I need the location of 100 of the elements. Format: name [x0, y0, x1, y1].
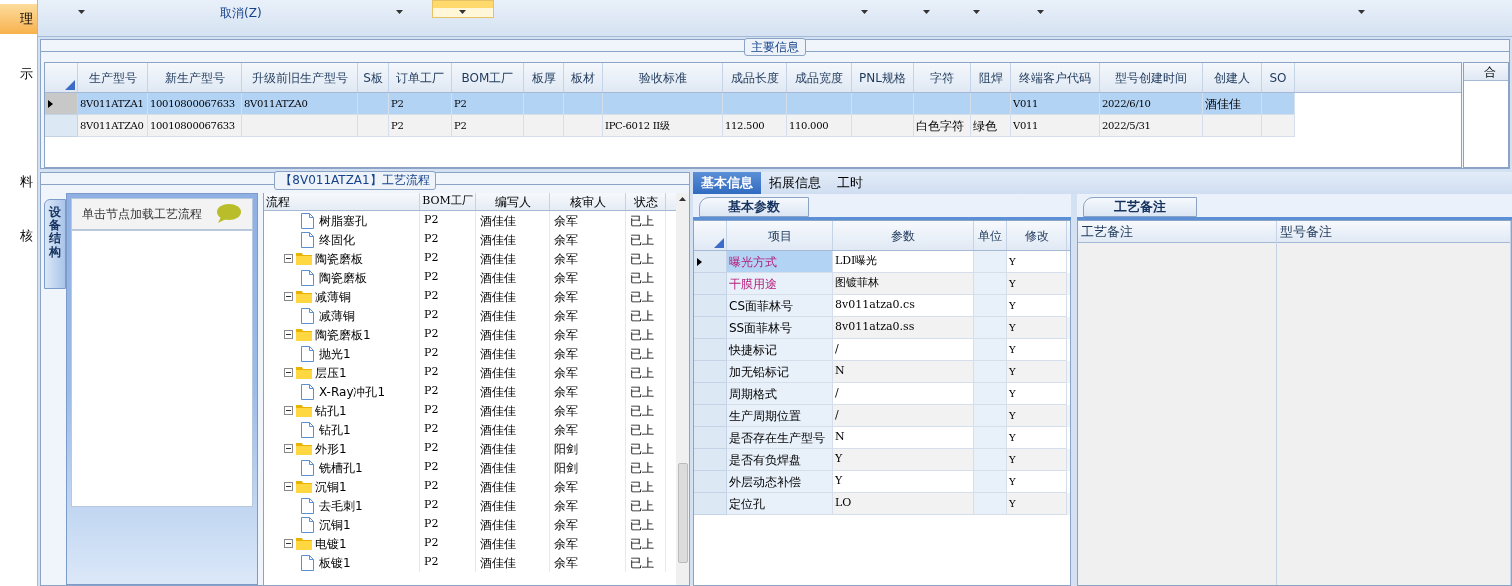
tree-node[interactable]: 树脂塞孔	[319, 211, 367, 230]
table-row[interactable]: CS面菲林号 8v011atza0.cs Y	[694, 295, 1070, 317]
tab[interactable]: 基本参数	[699, 197, 809, 217]
column-header[interactable]: S板	[358, 63, 389, 92]
collapse-icon[interactable]	[284, 368, 293, 377]
column-header[interactable]: 验收标准	[603, 63, 723, 92]
tab[interactable]: 拓展信息	[761, 172, 829, 194]
column-header[interactable]: 终端客户代码	[1011, 63, 1100, 92]
dropdown-arrow-icon[interactable]	[396, 10, 403, 14]
table-row[interactable]: 外层动态补偿 Y Y	[694, 471, 1070, 493]
table-cell: P2	[424, 497, 439, 514]
folder-icon	[296, 537, 312, 550]
tree-node[interactable]: 减薄铜	[319, 306, 355, 325]
scrollbar-thumb[interactable]	[677, 463, 688, 563]
collapse-icon[interactable]	[284, 444, 293, 453]
column-header[interactable]: 阻焊	[971, 63, 1011, 92]
select-all-corner-icon[interactable]	[65, 80, 75, 90]
collapse-icon[interactable]	[284, 406, 293, 415]
dropdown-arrow-icon[interactable]	[1358, 10, 1365, 14]
sidebar-item[interactable]: 理	[0, 4, 37, 34]
select-all-corner-icon[interactable]	[714, 238, 724, 248]
tab[interactable]: 工时	[829, 172, 871, 194]
column-header[interactable]: 板材	[564, 63, 603, 92]
column-header[interactable]: BOM工厂	[452, 63, 524, 92]
tree-node[interactable]: 去毛刺1	[319, 496, 363, 515]
table-row[interactable]: 8V011ATZA0 10010800067633 P2 P2 IPC-6012 II级 112.500 110.000 白色字符 绿色 V011 2022/5/31	[45, 115, 1461, 137]
column-header[interactable]: 核审人	[550, 193, 626, 210]
tree-node[interactable]: 沉铜1	[319, 515, 351, 534]
tab[interactable]: 工艺备注	[1083, 197, 1197, 217]
table-row[interactable]: 定位孔 LO Y	[694, 493, 1070, 515]
column-header[interactable]: 状态	[626, 193, 666, 210]
table-row[interactable]: 快捷标记 / Y	[694, 339, 1070, 361]
column-header[interactable]: 单位	[974, 221, 1007, 250]
vertical-scrollbar[interactable]	[676, 193, 689, 585]
tree-node[interactable]: 陶瓷磨板	[315, 249, 363, 268]
column-header[interactable]: 修改	[1007, 221, 1067, 250]
dropdown-arrow-icon[interactable]	[923, 10, 930, 14]
table-row[interactable]: 是否存在生产型号 N Y	[694, 427, 1070, 449]
table-cell-text: 酒佳佳	[480, 345, 516, 363]
column-header[interactable]: 流程	[264, 193, 420, 210]
column-header: 型号备注	[1280, 222, 1332, 241]
dropdown-arrow-icon[interactable]	[973, 10, 980, 14]
dropdown-arrow-icon[interactable]	[1037, 10, 1044, 14]
table-row[interactable]: 干膜用途 图镀菲林 Y	[694, 273, 1070, 295]
table-row[interactable]: SS面菲林号 8v011atza0.ss Y	[694, 317, 1070, 339]
collapse-icon[interactable]	[284, 292, 293, 301]
collapse-icon[interactable]	[284, 330, 293, 339]
dropdown-arrow-icon[interactable]	[78, 10, 85, 14]
scroll-up-icon[interactable]	[679, 197, 686, 201]
sidebar-item[interactable]: 核	[0, 221, 37, 251]
document-icon	[301, 231, 314, 248]
side-tab[interactable]: 设备结构	[44, 199, 66, 289]
column-header[interactable]: SO	[1262, 63, 1295, 92]
table-cell-text: 干膜用途	[729, 275, 777, 293]
table-row[interactable]: 加无铅标记 N Y	[694, 361, 1070, 383]
sidebar-item[interactable]: 料	[0, 167, 37, 197]
table-row[interactable]: 生产周期位置 / Y	[694, 405, 1070, 427]
tree-node[interactable]: X-Ray冲孔1	[319, 382, 386, 401]
collapse-icon[interactable]	[284, 254, 293, 263]
tree-node[interactable]: 层压1	[315, 363, 347, 382]
column-header[interactable]: PNL规格	[852, 63, 914, 92]
table-cell-text: 余军	[554, 288, 578, 306]
table-row[interactable]: 周期格式 / Y	[694, 383, 1070, 405]
collapse-icon[interactable]	[284, 482, 293, 491]
tree-node[interactable]: 电镀1	[315, 534, 347, 553]
tree-node[interactable]: 外形1	[315, 439, 347, 458]
column-header[interactable]: 字符	[914, 63, 971, 92]
collapse-icon[interactable]	[284, 539, 293, 548]
tree-node[interactable]: 钻孔1	[319, 420, 351, 439]
column-header[interactable]: 生产型号	[78, 63, 148, 92]
table-row[interactable]: 是否有负焊盘 Y Y	[694, 449, 1070, 471]
table-row[interactable]: 8V011ATZA1 10010800067633 8V011ATZA0 P2 P2 V011 2022/6/10 酒佳佳	[45, 93, 1461, 115]
tree-node[interactable]: 铣槽孔1	[319, 458, 363, 477]
cancel-label[interactable]: 取消(Z)	[220, 4, 262, 22]
column-header[interactable]: 成品长度	[723, 63, 787, 92]
dropdown-arrow-icon[interactable]	[459, 10, 466, 14]
tree-node[interactable]: 抛光1	[319, 344, 351, 363]
column-header[interactable]: 新生产型号	[148, 63, 242, 92]
tree-node[interactable]: 板镀1	[319, 553, 351, 572]
sidebar-item[interactable]: 示	[0, 59, 37, 89]
tree-node[interactable]: 钻孔1	[315, 401, 347, 420]
column-header[interactable]: 型号创建时间	[1100, 63, 1203, 92]
column-header[interactable]: 成品宽度	[787, 63, 852, 92]
table-row[interactable]: 曝光方式 LDI曝光 Y	[694, 251, 1070, 273]
column-header[interactable]: 订单工厂	[389, 63, 452, 92]
column-header[interactable]: 参数	[833, 221, 974, 250]
column-header[interactable]: 升级前旧生产型号	[242, 63, 358, 92]
tree-node[interactable]: 终固化	[319, 230, 355, 249]
column-header[interactable]: 板厚	[524, 63, 564, 92]
column-header[interactable]: BOM工厂	[420, 193, 476, 210]
table-cell-text: 白色字符	[916, 117, 964, 135]
column-header[interactable]: 项目	[727, 221, 833, 250]
tab[interactable]: 基本信息	[693, 172, 761, 194]
tree-node[interactable]: 沉铜1	[315, 477, 347, 496]
column-header[interactable]: 创建人	[1203, 63, 1262, 92]
tree-node[interactable]: 陶瓷磨板	[319, 268, 367, 287]
tree-node[interactable]: 减薄铜	[315, 287, 351, 306]
column-header[interactable]: 编写人	[476, 193, 550, 210]
tree-node[interactable]: 陶瓷磨板1	[315, 325, 371, 344]
dropdown-arrow-icon[interactable]	[861, 10, 868, 14]
